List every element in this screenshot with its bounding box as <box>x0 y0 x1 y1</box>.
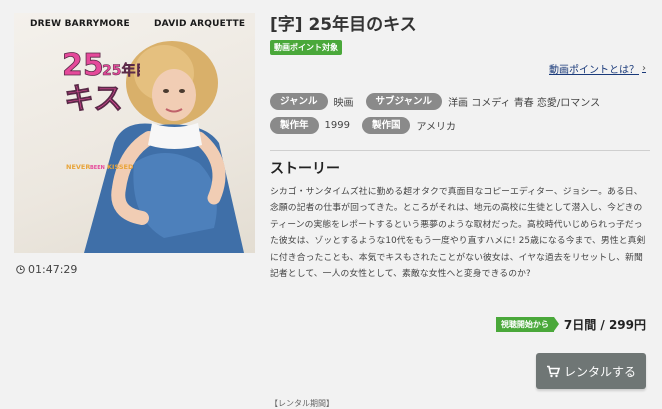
point-target-badge: 動画ポイント対象 <box>270 40 342 55</box>
rental-period-label: 【レンタル期間】 <box>270 399 334 408</box>
svg-text:BEEN: BEEN <box>90 165 105 171</box>
point-info-link[interactable]: 動画ポイントとは？ › <box>549 61 646 76</box>
genre-row: ジャンル 映画 サブジャンル 洋画 コメディ 青春 恋愛/ロマンス <box>270 92 606 110</box>
point-info-link-label[interactable]: 動画ポイントとは？ <box>549 61 639 76</box>
tag-country-label[interactable]: 製作国 <box>361 116 411 134</box>
production-row: 製作年 1999 製作国 アメリカ <box>270 116 462 134</box>
tag-genre-label[interactable]: ジャンル <box>270 92 328 110</box>
duration: 01:47:29 <box>16 263 77 276</box>
poster-tagline: NEVER BEEN KISSED <box>66 163 134 171</box>
tag-year-value[interactable]: 1999 <box>325 120 350 131</box>
cart-icon <box>546 365 560 377</box>
story-text: シカゴ・サンタイムズ社に勤める超オタクで真面目なコピーエディター、ジョシー。ある… <box>270 187 646 280</box>
svg-text:KISSED: KISSED <box>107 163 134 171</box>
tag-genre-value[interactable]: 映画 <box>334 94 354 109</box>
section-divider <box>270 150 650 151</box>
rent-button[interactable]: レンタルする <box>536 353 646 389</box>
tag-year-label[interactable]: 製作年 <box>270 116 319 134</box>
svg-text:キス: キス <box>64 82 123 115</box>
tag-subgenre-value[interactable]: 洋画 コメディ 青春 恋愛/ロマンス <box>448 94 600 109</box>
clock-icon <box>16 265 25 274</box>
price-row: 視聴開始から 7日間 / 299円 <box>495 316 646 333</box>
svg-text:NEVER: NEVER <box>66 163 90 171</box>
svg-text:25年目の: 25年目の <box>102 62 140 79</box>
tag-country-value[interactable]: アメリカ <box>416 118 456 133</box>
svg-text:25: 25 <box>62 48 104 83</box>
tag-subgenre-label[interactable]: サブジャンル <box>365 92 443 110</box>
duration-value: 01:47:29 <box>28 263 78 276</box>
movie-poster[interactable]: DREW BARRYMORE DAVID ARQUETTE 25 25年目の キ… <box>14 13 255 253</box>
price-text: 7日間 / 299円 <box>563 318 646 332</box>
view-period-badge: 視聴開始から <box>495 317 559 332</box>
chevron-right-icon: › <box>642 63 646 74</box>
poster-title-logo: 25 25年目の キス <box>62 48 140 115</box>
page-title: [字] 25年目のキス <box>270 15 417 35</box>
story-heading: ストーリー <box>270 161 340 177</box>
rent-button-label[interactable]: レンタルする <box>564 363 636 380</box>
